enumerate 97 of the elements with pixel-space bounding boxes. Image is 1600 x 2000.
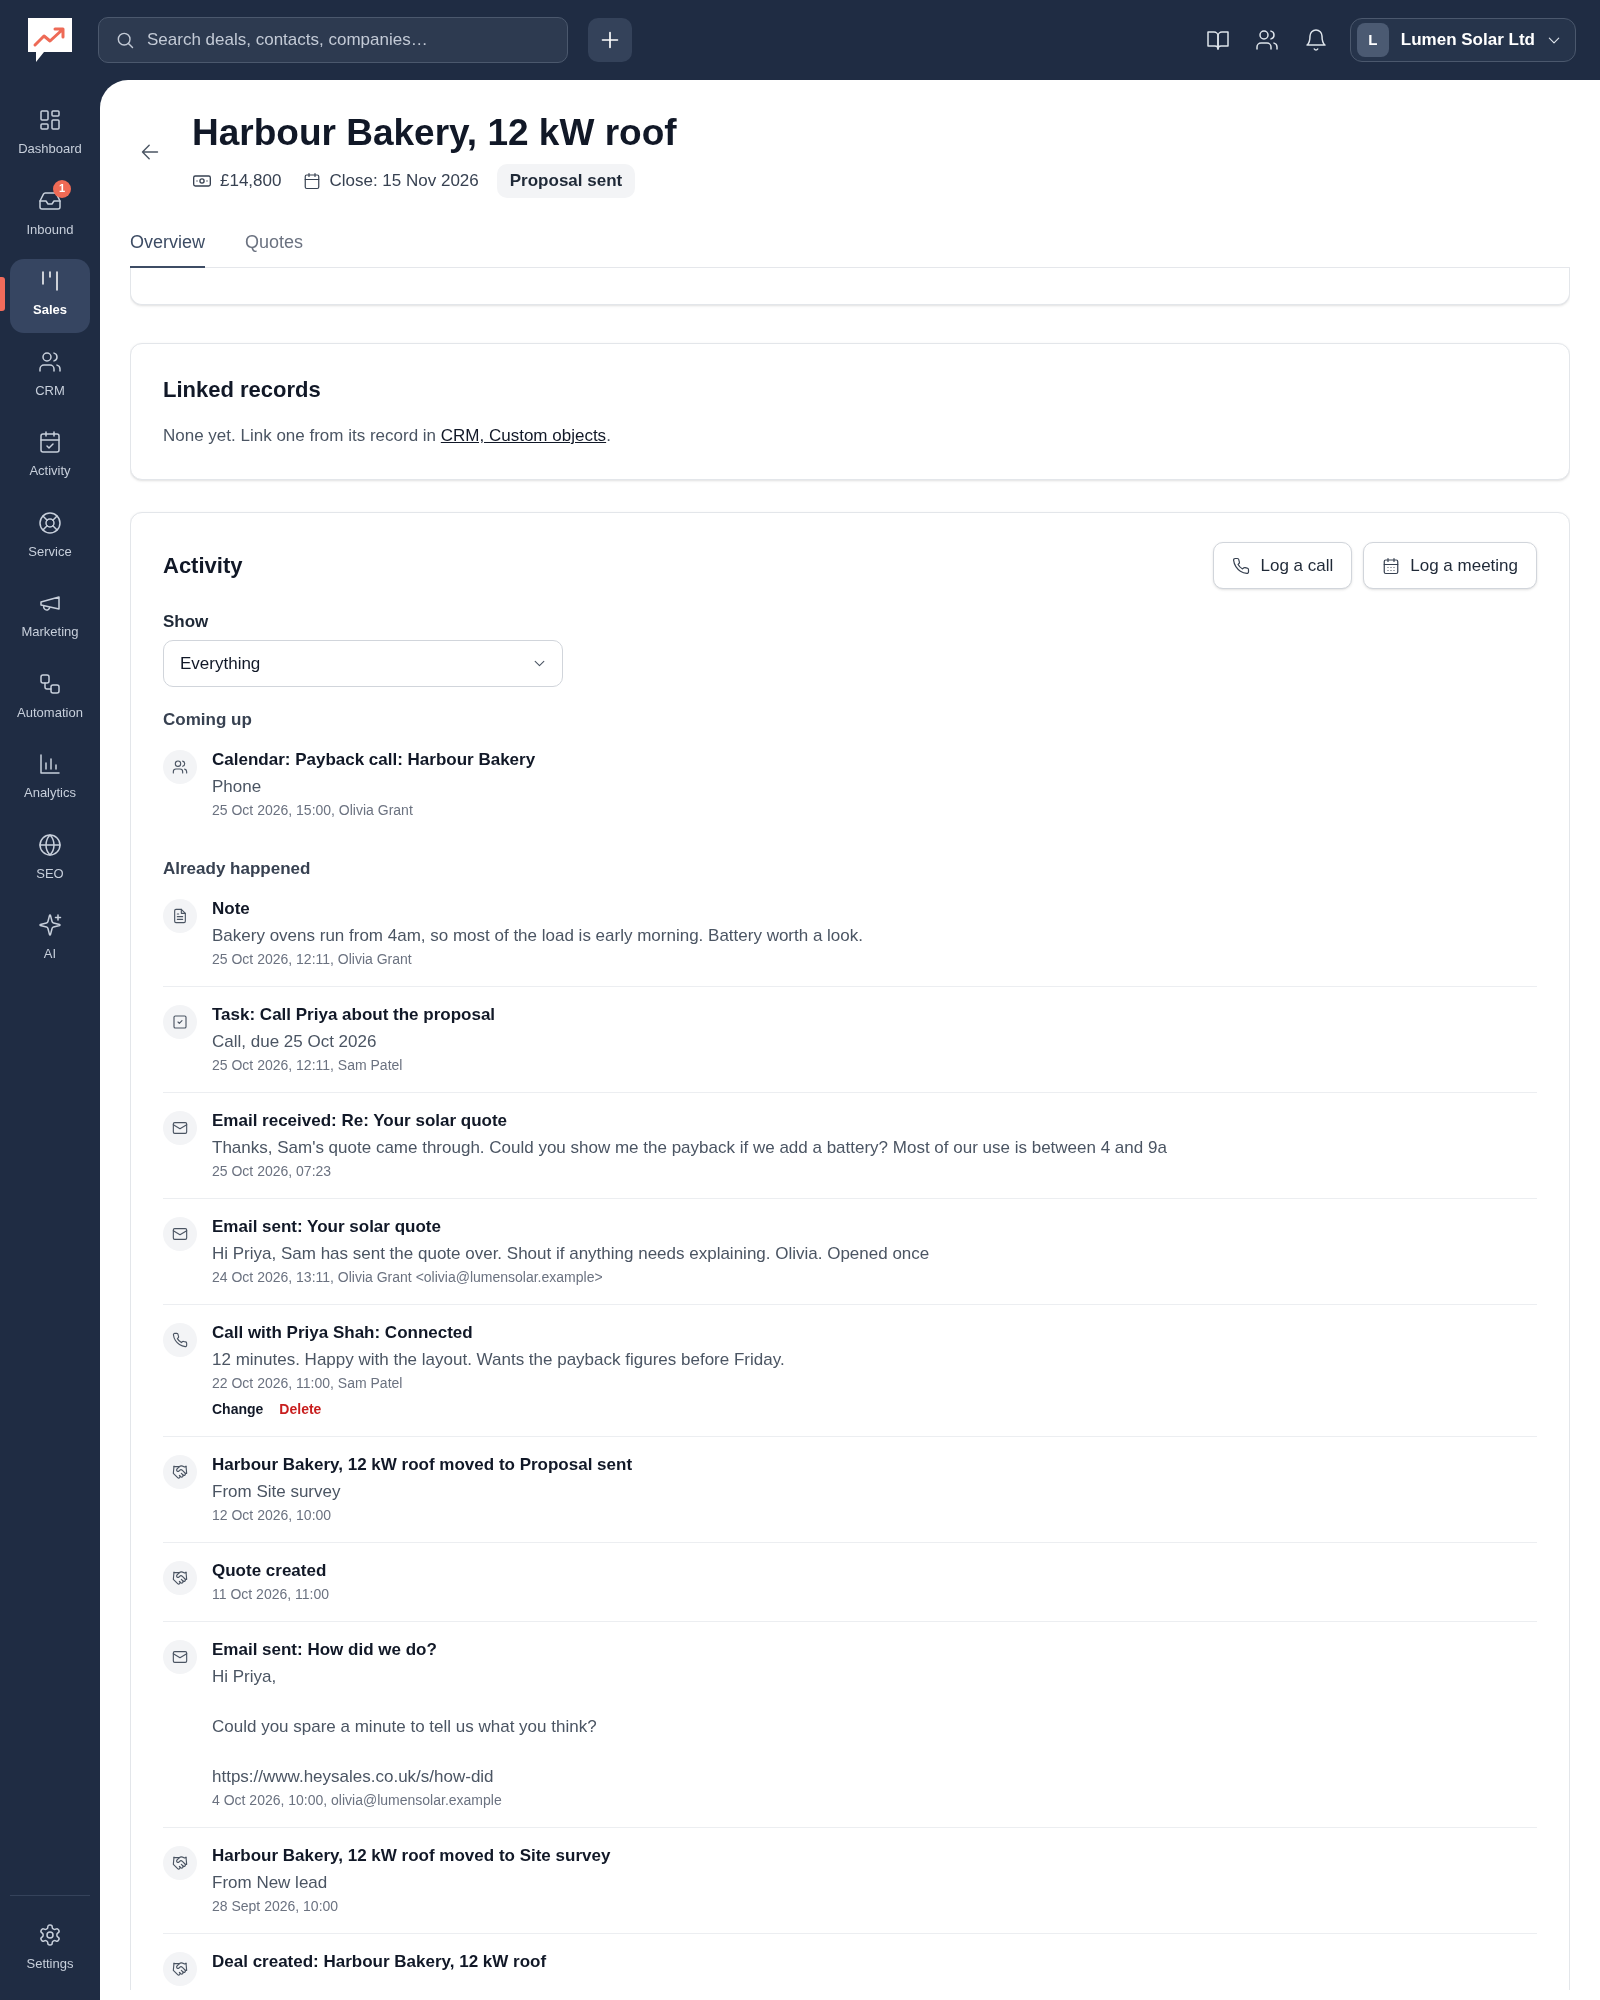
log-button[interactable]: Log a call: [1213, 542, 1353, 589]
sidebar-item[interactable]: Activity: [10, 420, 90, 494]
book-icon[interactable]: [1206, 28, 1230, 52]
deal-amount: £14,800: [220, 170, 282, 193]
deal-title: Harbour Bakery, 12 kW roof: [192, 111, 677, 155]
activity-title: Calendar: Payback call: Harbour Bakery: [212, 749, 536, 771]
document-icon: [163, 899, 197, 933]
activity-meta: 25 Oct 2026, 15:00, Olivia Grant: [212, 801, 414, 820]
sidebar-item[interactable]: CRM: [10, 339, 90, 414]
envelope-icon: [163, 1111, 197, 1145]
activity-text: Thanks, Sam's quote came through. Could you show me the payback if we add a battery? Most of our use is between 4 and 9a: [212, 1137, 1167, 1159]
bar-chart-icon: [38, 752, 62, 776]
show-label: Show: [163, 611, 210, 633]
sparkles-icon: [38, 913, 62, 937]
card-title: Activity: [163, 551, 243, 580]
activity-meta: 25 Oct 2026, 12:11, Sam Patel: [212, 1056, 404, 1075]
log-button[interactable]: Log a meeting: [1363, 542, 1537, 589]
activity-text: Phone: [212, 776, 263, 798]
workflow-icon: [38, 671, 62, 696]
activity-title: Call with Priya Shah: Connected: [212, 1322, 474, 1344]
lifebuoy-icon: [38, 510, 62, 535]
activity-meta: 22 Oct 2026, 11:00, Sam Patel: [212, 1374, 404, 1393]
activity-meta: 25 Oct 2026, 07:23: [212, 1162, 333, 1181]
activity-title: Email sent: Your solar quote: [212, 1216, 442, 1238]
handshake-icon: [163, 1455, 197, 1489]
activity-text: Could you spare a minute to tell us what you think?: [212, 1716, 597, 1738]
group-heading: Already happened: [163, 858, 312, 880]
notifications-icon[interactable]: [1304, 28, 1328, 52]
activity-text: Call, due 25 Oct 2026: [212, 1031, 378, 1053]
sidebar-item[interactable]: SEO: [10, 822, 90, 897]
add-button[interactable]: [588, 18, 632, 62]
sidebar-item[interactable]: Marketing: [10, 581, 90, 655]
activity-title: Note: [212, 898, 251, 920]
delete-link[interactable]: Delete: [279, 1397, 322, 1421]
activity-title: Deal created: Harbour Bakery, 12 kW roof: [212, 1951, 547, 1973]
phone-icon: [163, 1323, 197, 1357]
activity-text: https://www.heysales.co.uk/s/how-did: [212, 1766, 495, 1788]
notification-badge: 1: [53, 179, 71, 198]
stage-badge: Proposal sent: [496, 164, 636, 198]
users-icon: [163, 750, 197, 784]
calendar-icon: [303, 172, 322, 190]
tab[interactable]: Quotes: [245, 228, 304, 268]
group-heading: Coming up: [163, 709, 253, 731]
close-date: Close: 15 Nov 2026: [329, 170, 479, 193]
app-logo[interactable]: [28, 18, 72, 62]
activity-title: Harbour Bakery, 12 kW roof moved to Proposal sent: [212, 1454, 633, 1476]
activity-meta: 12 Oct 2026, 10:00: [212, 1506, 333, 1525]
sidebar-item[interactable]: Sales: [10, 259, 90, 333]
sidebar-item[interactable]: 1 Inbound: [10, 178, 90, 253]
activity-meta: 4 Oct 2026, 10:00, olivia@lumensolar.example: [212, 1791, 503, 1810]
sidebar-item[interactable]: AI: [10, 903, 90, 977]
account-switcher[interactable]: L Lumen Solar Ltd: [1350, 18, 1576, 62]
sidebar-item[interactable]: Service: [10, 500, 90, 575]
activity-title: Email received: Re: Your solar quote: [212, 1110, 509, 1132]
grid-icon: [38, 108, 62, 132]
calendar-icon: [1382, 556, 1401, 575]
activity-meta: 24 Oct 2026, 13:11, Olivia Grant <olivia@lumensolar.example>: [212, 1268, 604, 1287]
handshake-icon: [163, 1952, 197, 1986]
envelope-icon: [163, 1217, 197, 1251]
activity-title: Email sent: How did we do?: [212, 1639, 438, 1661]
activity-meta: 28 Sept 2026, 10:00: [212, 1897, 340, 1916]
users-icon: [38, 349, 62, 374]
search-icon: [115, 30, 135, 50]
linked-records-text: None yet. Link one from its record in CRM, Custom objects.: [163, 425, 612, 447]
sidebar-item[interactable]: Automation: [10, 661, 90, 736]
globe-icon: [38, 832, 62, 857]
active-indicator: [0, 277, 5, 311]
activity-text: 12 minutes. Happy with the layout. Wants the payback figures before Friday.: [212, 1349, 785, 1371]
envelope-icon: [163, 1640, 197, 1674]
activity-title: Harbour Bakery, 12 kW roof moved to Site survey: [212, 1845, 611, 1867]
sidebar-item[interactable]: Dashboard: [10, 98, 90, 172]
checkbox-icon: [163, 1005, 197, 1039]
change-link[interactable]: Change: [212, 1397, 264, 1421]
activity-text: Hi Priya, Sam has sent the quote over. Shout if anything needs explaining. Olivia. Opened once: [212, 1243, 930, 1265]
search-field[interactable]: Search deals, contacts, companies…: [98, 17, 568, 63]
phone-icon: [1232, 556, 1251, 575]
activity-meta: 11 Oct 2026, 11:00: [212, 1585, 329, 1604]
activity-text: Bakery ovens run from 4am, so most of the load is early morning. Battery worth a look.: [212, 925, 863, 947]
back-icon[interactable]: [140, 142, 160, 162]
card-title: Linked records: [163, 376, 322, 404]
records-link[interactable]: CRM, Custom objects: [440, 426, 607, 445]
plus-icon: [600, 30, 620, 50]
calendar-check-icon: [38, 430, 62, 454]
show-select[interactable]: Everything: [163, 640, 563, 687]
handshake-icon: [163, 1561, 197, 1595]
sidebar-item[interactable]: Settings: [10, 1913, 90, 1987]
users-icon[interactable]: [1255, 28, 1279, 52]
activity-meta: 25 Oct 2026, 12:11, Olivia Grant: [212, 950, 413, 969]
activity-title: Task: Call Priya about the proposal: [212, 1004, 496, 1026]
activity-text: From Site survey: [212, 1481, 342, 1503]
activity-title: Quote created: [212, 1560, 328, 1582]
sidebar-item[interactable]: Analytics: [10, 742, 90, 816]
account-avatar: L: [1357, 23, 1389, 57]
handshake-icon: [163, 1846, 197, 1880]
activity-text: Hi Priya,: [212, 1666, 278, 1688]
settings-icon: [38, 1923, 62, 1947]
activity-text: From New lead: [212, 1872, 329, 1894]
